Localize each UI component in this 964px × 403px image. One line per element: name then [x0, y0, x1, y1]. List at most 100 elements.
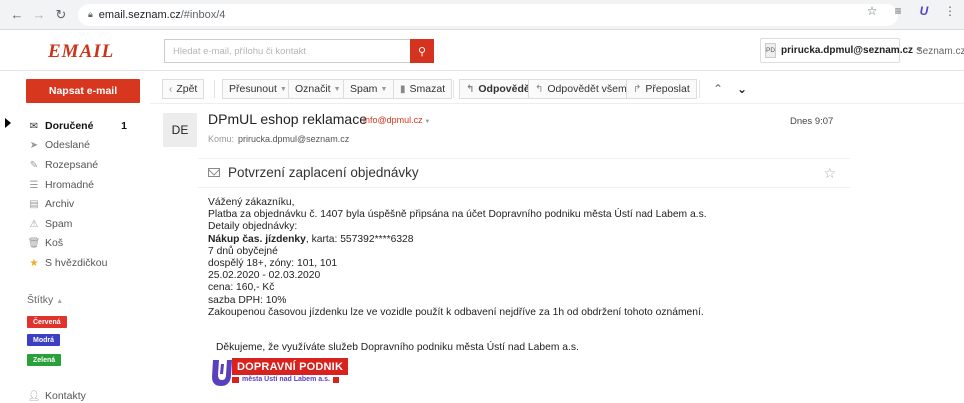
sidebar-item-drafts[interactable]: ✎ Rozepsané — [27, 156, 139, 174]
bookmark-star-icon[interactable]: ☆ — [862, 4, 882, 18]
ticket-type: Nákup čas. jízdenky — [208, 233, 306, 245]
archive-icon: ▤ — [29, 198, 39, 210]
sender-name[interactable]: DPmUL eshop reklamace — [208, 111, 367, 127]
dpmul-extension-icon[interactable]: U — [914, 4, 934, 18]
sidebar-item-starred[interactable]: ★ S hvězdičkou — [27, 254, 139, 272]
envelope-icon — [208, 168, 220, 177]
thanks-text: Děkujeme, že využíváte služeb Dopravního… — [216, 342, 579, 353]
browser-toolbar: ← → ↻ 🔒︎ email.seznam.cz/#inbox/4 ☆ ≡ U … — [0, 0, 964, 30]
dpmul-logo-subtitle: města Ústí nad Labem a.s. — [232, 376, 339, 383]
chevron-down-icon: ▼ — [279, 85, 287, 93]
mark-label: Označit — [295, 83, 331, 95]
message-body: Vážený zákazníku, Platba za objednávku č… — [208, 197, 707, 319]
sidebar-item-archive[interactable]: ▤ Archiv — [27, 195, 139, 213]
spam-button[interactable]: Spam ▼ — [343, 79, 395, 99]
trash-icon: ▮ — [400, 83, 406, 95]
spam-label: Spam — [350, 83, 378, 95]
search-button[interactable]: ⚲ — [410, 39, 434, 63]
forward-icon: ↱ — [633, 83, 642, 95]
sender-email-text: info@dpmul.cz — [363, 115, 423, 125]
to-value[interactable]: prirucka.dpmul@seznam.cz — [238, 134, 349, 144]
body-line: Vážený zákazníku, — [208, 197, 295, 208]
chevron-down-icon: ⌄ — [737, 82, 748, 96]
spam-icon: ⚠ — [29, 218, 39, 230]
body-line: 7 dnů obyčejné — [208, 245, 278, 257]
extension-icon[interactable]: ≡ — [888, 4, 908, 18]
reply-all-icon: ↰ — [535, 83, 544, 95]
tag-blue[interactable]: Modrá — [27, 334, 60, 346]
bulk-icon: ☰ — [29, 179, 39, 191]
inbox-icon: ✉ — [29, 120, 39, 132]
browser-menu-icon[interactable]: ⋮ — [940, 4, 960, 18]
address-bar[interactable]: 🔒︎ email.seznam.cz/#inbox/4 — [78, 3, 898, 26]
subject-bar: Potvrzení zaplacení objednávky ☆ — [198, 158, 850, 188]
reload-icon[interactable]: ↻ — [50, 4, 72, 26]
body-line: Zakoupenou časovou jízdenku lze ve vozid… — [208, 306, 704, 318]
body-line: dospělý 18+, zóny: 101, 101 — [208, 258, 338, 270]
body-line: cena: 160,- Kč — [208, 282, 275, 294]
current-folder-indicator — [5, 118, 11, 128]
seznam-link[interactable]: Seznam.cz — [916, 46, 964, 57]
chevron-down-icon: ▼ — [380, 85, 388, 93]
lock-icon: 🔒︎ — [88, 9, 93, 19]
search-input[interactable]: Hledat e-mail, přílohu či kontakt — [164, 39, 410, 63]
reply-all-button[interactable]: ↰ Odpovědět všem — [528, 79, 634, 99]
sidebar-item-trash[interactable]: 🗑︎ Koš — [27, 234, 139, 252]
sidebar-item-label: Spam — [45, 218, 73, 230]
sidebar-item-sent[interactable]: ➤ Odeslané — [27, 136, 139, 154]
previous-message-button[interactable]: ⌃ — [706, 79, 730, 99]
search-icon: ⚲ — [417, 45, 427, 58]
divider — [453, 80, 454, 98]
sidebar-item-contacts[interactable]: 👤︎ Kontakty — [27, 387, 139, 403]
logo-square — [332, 376, 339, 383]
labels-section-title[interactable]: Štítky ▲ — [27, 294, 63, 306]
message-toolbar: ‹ Zpět Přesunout ▼ Označit ▼ Spam ▼ ▮ Smazat … — [150, 72, 964, 104]
move-button[interactable]: Přesunout ▼ — [222, 79, 294, 99]
email-logo[interactable]: EMAIL — [48, 41, 114, 63]
next-message-button[interactable]: ⌄ — [730, 79, 754, 99]
sidebar-item-spam[interactable]: ⚠ Spam — [27, 215, 139, 233]
sidebar-item-label: Koš — [45, 237, 64, 249]
star-icon: ★ — [29, 257, 39, 269]
dpmul-logo-mark-icon — [212, 360, 232, 386]
trash-icon: 🗑︎ — [27, 237, 41, 249]
star-icon[interactable]: ☆ — [823, 165, 836, 182]
chevron-up-icon: ▲ — [56, 298, 64, 305]
card-number: , karta: 557392****6328 — [305, 233, 414, 245]
divider — [699, 80, 700, 98]
chevron-down-icon: ▼ — [422, 119, 431, 125]
labels-title-text: Štítky — [27, 294, 54, 306]
sidebar-item-label: Rozepsané — [45, 159, 99, 171]
body-line: Detaily objednávky: — [208, 221, 298, 233]
forward-arrow-icon[interactable]: → — [28, 4, 50, 26]
unread-count: 1 — [121, 120, 127, 132]
body-line: 25.02.2020 - 02.03.2020 — [208, 270, 321, 282]
back-arrow-icon[interactable]: ← — [6, 4, 28, 26]
forward-button[interactable]: ↱ Přeposlat — [626, 79, 697, 99]
body-line: sazba DPH: 10% — [208, 294, 287, 306]
sender-email[interactable]: info@dpmul.cz ▼ — [363, 115, 430, 125]
mark-button[interactable]: Označit ▼ — [288, 79, 348, 99]
delete-button[interactable]: ▮ Smazat — [393, 79, 453, 99]
back-button[interactable]: ‹ Zpět — [162, 79, 205, 99]
dpmul-logo-subtitle-text: města Ústí nad Labem a.s. — [242, 376, 330, 383]
back-label: Zpět — [176, 83, 198, 95]
sidebar-item-label: Doručené — [45, 120, 94, 132]
account-switcher[interactable]: PD prirucka.dpmul@seznam.cz ▼ — [760, 38, 923, 63]
delete-label: Smazat — [409, 83, 446, 95]
tag-red[interactable]: Červená — [27, 316, 67, 328]
tag-green[interactable]: Zelená — [27, 354, 62, 366]
reply-all-label: Odpovědět všem — [547, 83, 627, 95]
sender-avatar: DE — [163, 113, 197, 147]
reply-icon: ↰ — [466, 83, 475, 95]
account-badge: PD — [765, 43, 777, 58]
account-email: prirucka.dpmul@seznam.cz — [781, 45, 914, 56]
sidebar: Napsat e-mail ✉ Doručené 1 ➤ Odeslané ✎ … — [0, 72, 150, 403]
sidebar-item-bulk[interactable]: ☰ Hromadné — [27, 176, 139, 194]
compose-button[interactable]: Napsat e-mail — [26, 79, 140, 103]
sidebar-item-inbox[interactable]: ✉ Doručené 1 — [27, 117, 139, 135]
recipient-line: Komu: prirucka.dpmul@seznam.cz — [208, 134, 349, 144]
to-label: Komu: — [208, 134, 235, 144]
sent-icon: ➤ — [29, 139, 39, 151]
forward-label: Přeposlat — [645, 83, 690, 95]
